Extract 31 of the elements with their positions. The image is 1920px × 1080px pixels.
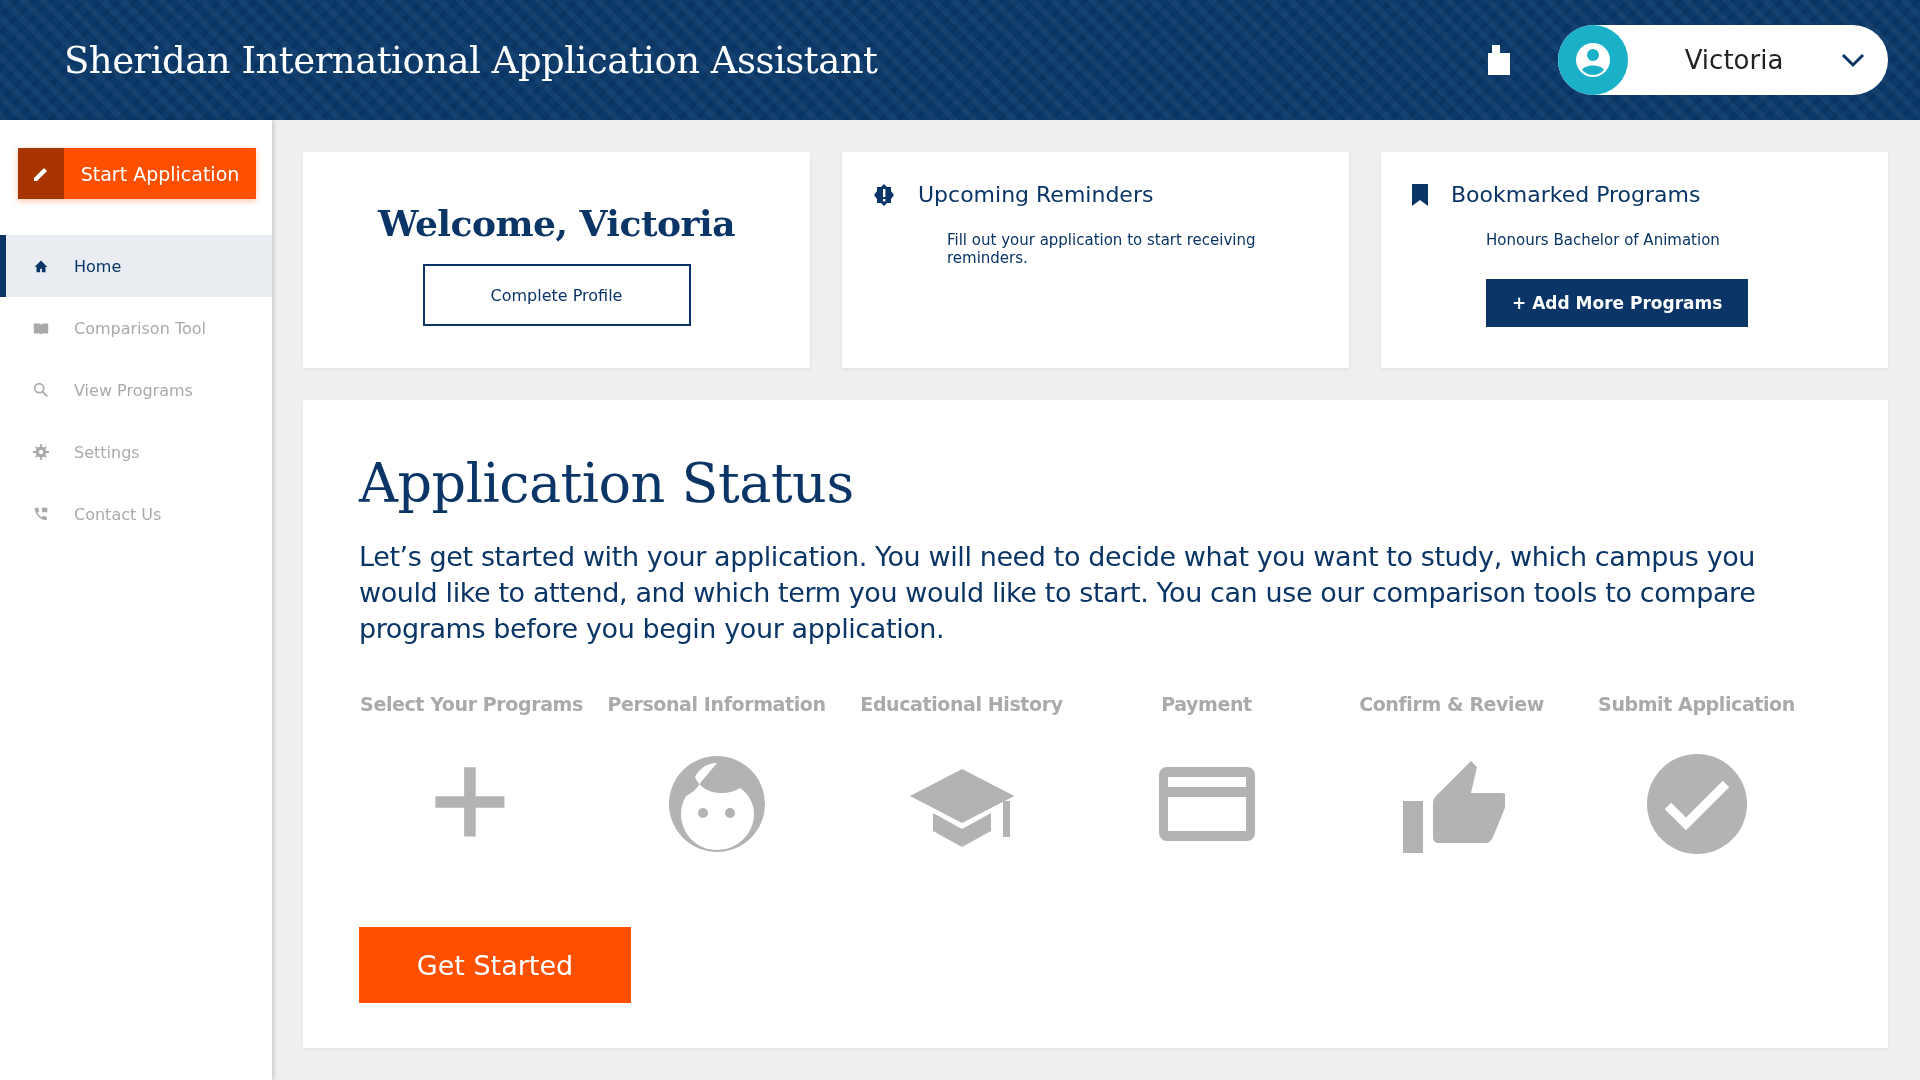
start-application-button[interactable]: Start Application xyxy=(18,148,256,199)
step-label: Submit Application xyxy=(1598,693,1795,715)
nav-item[interactable]: Home xyxy=(0,235,272,297)
step-label: Payment xyxy=(1161,693,1252,715)
avatar-icon xyxy=(1558,25,1628,95)
card-title: Bookmarked Programs xyxy=(1451,182,1701,207)
status-text: Let’s get started with your application. You will need to decide what you want to study, which campus you would like to attend, and which term you would like to start. You can use our comparison tools to compare programs before you begin your application. xyxy=(359,540,1757,646)
alert-badge-icon xyxy=(872,182,896,207)
status-heading: Application Status xyxy=(359,452,855,515)
step-label: Select Your Programs xyxy=(360,693,583,715)
step-label: Personal Information xyxy=(607,693,826,715)
app-title: Sheridan International Application Assistant xyxy=(64,38,879,82)
nav-item[interactable]: Comparison Tool xyxy=(0,297,272,359)
user-menu-button[interactable]: Victoria xyxy=(1558,25,1888,95)
step-label: Educational History xyxy=(860,693,1063,715)
caret-icon xyxy=(1840,52,1866,68)
gear-icon xyxy=(32,443,50,461)
add-programs-button[interactable]: + Add More Programs xyxy=(1486,279,1749,327)
welcome-heading: Welcome, Victoria xyxy=(377,202,736,244)
nav-item[interactable]: View Programs xyxy=(0,359,272,421)
bookmark-icon xyxy=(1411,182,1429,207)
nav-item[interactable]: Contact Us xyxy=(0,483,272,545)
phone-icon xyxy=(32,505,50,523)
card-title: Upcoming Reminders xyxy=(918,182,1154,207)
reminders-text: Fill out your application to start receiving reminders. xyxy=(947,231,1257,267)
nav-item[interactable]: Settings xyxy=(0,421,272,483)
step-label: Confirm & Review xyxy=(1359,693,1544,715)
program-name: Honours Bachelor of Animation xyxy=(1486,231,1721,249)
complete-profile-button[interactable]: Complete Profile xyxy=(422,264,691,326)
get-started-button[interactable]: Get Started xyxy=(359,927,631,1003)
search-icon xyxy=(32,381,50,399)
